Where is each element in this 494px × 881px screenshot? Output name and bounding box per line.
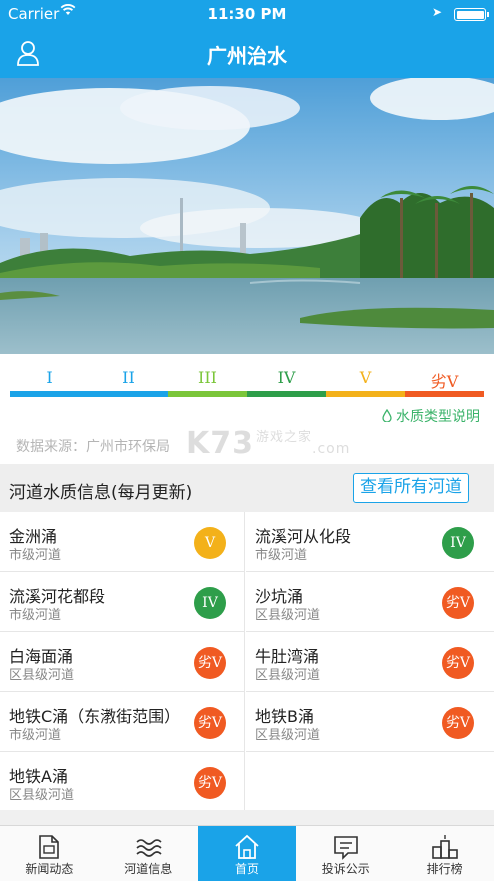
news-icon <box>35 833 63 861</box>
water-quality-legend: I II III IV V 劣V 水质类型说明 数据来源：广州市环保局 K73 游… <box>0 354 494 464</box>
data-source: 数据来源：广州市环保局 <box>16 439 170 455</box>
tab-label: 新闻动态 <box>25 862 74 876</box>
waves-icon <box>134 833 162 861</box>
nav-bar: 广州治水 <box>0 28 494 78</box>
water-type-explain-link[interactable]: 水质类型说明 <box>382 406 480 426</box>
level-bar-segment <box>10 391 89 397</box>
hero-banner-image[interactable] <box>0 78 494 354</box>
watermark-sub: 游戏之家 <box>256 430 313 445</box>
location-arrow-icon: ➤ <box>431 5 442 19</box>
river-type: 市级河道 <box>9 548 62 563</box>
level-label: IV <box>277 368 296 387</box>
river-type: 区县级河道 <box>9 668 75 683</box>
complaint-icon <box>332 833 360 861</box>
river-type: 区县级河道 <box>9 788 75 803</box>
river-item[interactable]: 沙坑涌 区县级河道 劣V <box>246 572 494 632</box>
river-info-header: 河道水质信息(每月更新) 查看所有河道 <box>0 464 494 512</box>
water-drop-icon <box>382 408 392 423</box>
watermark: K73 游戏之家.com <box>186 426 350 461</box>
page-title: 广州治水 <box>207 44 287 68</box>
clock: 11:30 PM <box>207 5 287 23</box>
level-bar-segment <box>405 391 484 397</box>
river-item[interactable]: 地铁C涌（东漖街范围） 市级河道 劣V <box>0 692 245 752</box>
tab-label: 河道信息 <box>124 862 173 876</box>
level-label: V <box>359 368 372 387</box>
level-labels: I II III IV V 劣V <box>10 368 484 392</box>
river-type: 区县级河道 <box>255 608 321 623</box>
section-title: 河道水质信息(每月更新) <box>9 483 193 503</box>
river-type: 市级河道 <box>9 728 62 743</box>
ranking-icon <box>431 833 459 861</box>
tab-bar: 新闻动态 河道信息 首页 投诉公示 排行榜 <box>0 825 494 881</box>
watermark-logo: K73 <box>186 426 254 461</box>
watermark-domain: .com <box>312 441 351 457</box>
home-icon <box>233 833 261 861</box>
view-all-rivers-button[interactable]: 查看所有河道 <box>353 473 469 503</box>
river-item[interactable]: 牛肚湾涌 区县级河道 劣V <box>246 632 494 692</box>
river-type: 市级河道 <box>255 548 308 563</box>
river-item[interactable]: 流溪河从化段 市级河道 IV <box>246 512 494 572</box>
tab-river-info[interactable]: 河道信息 <box>99 826 198 881</box>
tab-home[interactable]: 首页 <box>197 826 297 881</box>
level-label: I <box>46 368 53 387</box>
river-item[interactable]: 流溪河花都段 市级河道 IV <box>0 572 245 632</box>
quality-badge: 劣V <box>442 647 474 679</box>
level-bar-segment <box>247 391 326 397</box>
quality-badge: IV <box>442 527 474 559</box>
quality-badge: 劣V <box>442 587 474 619</box>
quality-badge: 劣V <box>194 767 226 799</box>
tab-label: 首页 <box>234 862 259 876</box>
tab-label: 排行榜 <box>426 862 463 876</box>
level-bar-segment <box>89 391 168 397</box>
tab-ranking[interactable]: 排行榜 <box>395 826 494 881</box>
quality-badge: 劣V <box>442 707 474 739</box>
river-type: 区县级河道 <box>255 728 321 743</box>
river-type: 区县级河道 <box>255 668 321 683</box>
river-item[interactable]: 地铁B涌 区县级河道 劣V <box>246 692 494 752</box>
level-color-bar <box>10 391 484 397</box>
level-bar-segment <box>326 391 405 397</box>
river-grid: 金洲涌 市级河道 V 流溪河从化段 市级河道 IV 流溪河花都段 市级河道 IV… <box>0 512 494 810</box>
tab-complaints[interactable]: 投诉公示 <box>296 826 395 881</box>
battery-icon <box>454 8 489 21</box>
quality-badge: IV <box>194 587 226 619</box>
river-item[interactable]: 金洲涌 市级河道 V <box>0 512 245 572</box>
water-type-explain-label: 水质类型说明 <box>396 409 480 425</box>
tab-news[interactable]: 新闻动态 <box>0 826 99 881</box>
level-label: 劣V <box>430 372 459 391</box>
status-bar: Carrier 11:30 PM ➤ <box>0 0 494 28</box>
river-type: 市级河道 <box>9 608 62 623</box>
quality-badge: 劣V <box>194 647 226 679</box>
level-label: III <box>198 368 217 387</box>
level-bar-segment <box>168 391 247 397</box>
tab-label: 投诉公示 <box>321 862 370 876</box>
river-item[interactable]: 白海面涌 区县级河道 劣V <box>0 632 245 692</box>
quality-badge: V <box>194 527 226 559</box>
quality-badge: 劣V <box>194 707 226 739</box>
river-item[interactable]: 地铁A涌 区县级河道 劣V <box>0 752 245 810</box>
level-label: II <box>122 368 135 387</box>
